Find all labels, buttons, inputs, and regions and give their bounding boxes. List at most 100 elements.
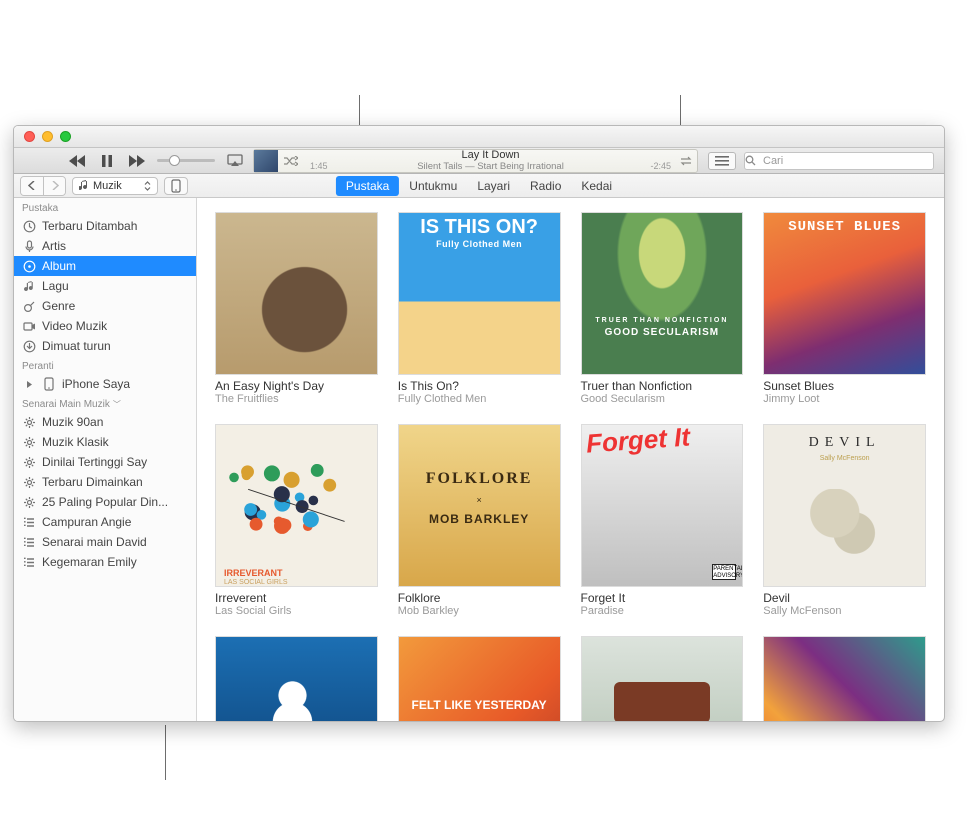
- media-picker[interactable]: Muzik: [72, 177, 158, 195]
- sidebar-item[interactable]: Dinilai Tertinggi Say: [14, 452, 196, 472]
- album-artist: The Fruitflies: [215, 393, 378, 406]
- sidebar-item-label: Muzik Klasik: [42, 435, 109, 449]
- shuffle-button[interactable]: [284, 156, 302, 166]
- sidebar-header-playlists: Senarai Main Muzik﹀: [14, 394, 196, 412]
- sidebar-item[interactable]: Lagu: [14, 276, 196, 296]
- zoom-window-button[interactable]: [60, 131, 71, 142]
- sidebar-item[interactable]: Terbaru Ditambah: [14, 216, 196, 236]
- album-icon: [22, 259, 36, 273]
- sidebar-item-label: Muzik 90an: [42, 415, 103, 429]
- album-card[interactable]: Forget ItPARENTAL ADVISORY Forget It Par…: [581, 424, 744, 618]
- navigation-bar: Muzik Pustaka Untukmu Layari Radio Kedai: [14, 174, 944, 198]
- play-pause-button[interactable]: [99, 154, 115, 168]
- media-picker-label: Muzik: [93, 180, 122, 192]
- album-title: Folklore: [398, 591, 561, 605]
- album-card[interactable]: TRUER THAN NONFICTIONGOOD SECULARISM Tru…: [581, 212, 744, 406]
- previous-button[interactable]: [69, 154, 85, 168]
- sidebar-item[interactable]: iPhone Saya: [14, 374, 196, 394]
- sidebar-item[interactable]: Muzik Klasik: [14, 432, 196, 452]
- sidebar-item[interactable]: Dimuat turun: [14, 336, 196, 356]
- device-button[interactable]: [164, 177, 188, 195]
- tab-untukmu[interactable]: Untukmu: [399, 176, 467, 196]
- sidebar-item[interactable]: 25 Paling Popular Din...: [14, 492, 196, 512]
- album-title: Devil: [763, 591, 926, 605]
- album-card[interactable]: the fruitfliesan easy night's day An Eas…: [215, 212, 378, 406]
- video-icon: [22, 319, 36, 333]
- gear-icon: [22, 435, 36, 449]
- tab-radio[interactable]: Radio: [520, 176, 571, 196]
- search-icon: [745, 155, 763, 166]
- minimize-window-button[interactable]: [42, 131, 53, 142]
- list-icon: [22, 535, 36, 549]
- sidebar-item-label: Genre: [42, 299, 75, 313]
- section-tabs: Pustaka Untukmu Layari Radio Kedai: [336, 176, 622, 196]
- album-artist: Paradise: [581, 605, 744, 618]
- album-artist: Good Secularism: [581, 393, 744, 406]
- sidebar-item-label: Dinilai Tertinggi Say: [42, 455, 147, 469]
- album-artist: Jimmy Loot: [763, 393, 926, 406]
- sidebar-item[interactable]: Album: [14, 256, 196, 276]
- album-card[interactable]: [763, 636, 926, 722]
- next-button[interactable]: [129, 154, 145, 168]
- volume-slider[interactable]: [157, 159, 215, 162]
- sidebar-item[interactable]: Video Muzik: [14, 316, 196, 336]
- sidebar-item-label: Album: [42, 259, 76, 273]
- album-artist: Mob Barkley: [398, 605, 561, 618]
- album-card[interactable]: IS THIS ON?Fully Clothed Men Is This On?…: [398, 212, 561, 406]
- sidebar-item-label: Video Muzik: [42, 319, 107, 333]
- forward-button[interactable]: [43, 177, 65, 195]
- tab-pustaka[interactable]: Pustaka: [336, 176, 399, 196]
- album-card[interactable]: HOLIDAY STANDARDS: [215, 636, 378, 722]
- sidebar: Pustaka Terbaru Ditambah Artis Album Lag…: [14, 198, 197, 721]
- note-icon: [22, 279, 36, 293]
- download-icon: [22, 339, 36, 353]
- itunes-window: Lay It Down Silent Tails — Start Being I…: [13, 125, 945, 722]
- repeat-button[interactable]: [679, 156, 697, 166]
- tab-layari[interactable]: Layari: [467, 176, 520, 196]
- sidebar-item[interactable]: Genre: [14, 296, 196, 316]
- airplay-button[interactable]: [227, 154, 243, 167]
- search-input[interactable]: Cari: [744, 152, 934, 170]
- gear-icon: [22, 455, 36, 469]
- sidebar-item[interactable]: Artis: [14, 236, 196, 256]
- music-icon: [79, 180, 89, 191]
- album-card[interactable]: FOLKLORE×MOB BARKLEY Folklore Mob Barkle…: [398, 424, 561, 618]
- album-card[interactable]: FELT LIKE YESTERDAYscalawag slate: [398, 636, 561, 722]
- sidebar-item[interactable]: Campuran Angie: [14, 512, 196, 532]
- up-next-button[interactable]: [708, 152, 736, 170]
- sidebar-item[interactable]: Senarai main David: [14, 532, 196, 552]
- mic-icon: [22, 239, 36, 253]
- close-window-button[interactable]: [24, 131, 35, 142]
- album-card[interactable]: [581, 636, 744, 722]
- sidebar-item-label: iPhone Saya: [62, 377, 130, 391]
- window-titlebar: [14, 126, 944, 148]
- tab-kedai[interactable]: Kedai: [571, 176, 622, 196]
- sidebar-item-label: Lagu: [42, 279, 69, 293]
- chevron-updown-icon: [144, 181, 151, 191]
- album-title: Truer than Nonfiction: [581, 379, 744, 393]
- sidebar-header-devices: Peranti: [14, 356, 196, 374]
- album-artist: Fully Clothed Men: [398, 393, 561, 406]
- list-icon: [22, 515, 36, 529]
- sidebar-item-label: Campuran Angie: [42, 515, 131, 529]
- disclosure-triangle-icon[interactable]: [22, 377, 36, 391]
- search-placeholder: Cari: [763, 155, 783, 167]
- chevron-down-icon[interactable]: ﹀: [113, 400, 121, 409]
- gear-icon: [22, 475, 36, 489]
- album-title: Sunset Blues: [763, 379, 926, 393]
- album-title: Forget It: [581, 591, 744, 605]
- gear-icon: [22, 495, 36, 509]
- sidebar-item-label: Terbaru Dimainkan: [42, 475, 143, 489]
- sidebar-item[interactable]: Terbaru Dimainkan: [14, 472, 196, 492]
- album-card[interactable]: IRREVERANTLAS SOCIAL GIRLS Irreverent La…: [215, 424, 378, 618]
- album-card[interactable]: SUNSET BLUES Sunset Blues Jimmy Loot: [763, 212, 926, 406]
- now-playing-lcd[interactable]: Lay It Down Silent Tails — Start Being I…: [253, 149, 698, 173]
- back-button[interactable]: [21, 177, 43, 195]
- sidebar-item-label: Terbaru Ditambah: [42, 219, 137, 233]
- sidebar-item[interactable]: Muzik 90an: [14, 412, 196, 432]
- album-card[interactable]: DEVILSally McFenson Devil Sally McFenson: [763, 424, 926, 618]
- album-title: Irreverent: [215, 591, 378, 605]
- album-grid-scroll[interactable]: the fruitfliesan easy night's day An Eas…: [197, 198, 944, 721]
- player-toolbar: Lay It Down Silent Tails — Start Being I…: [14, 148, 944, 174]
- sidebar-item[interactable]: Kegemaran Emily: [14, 552, 196, 572]
